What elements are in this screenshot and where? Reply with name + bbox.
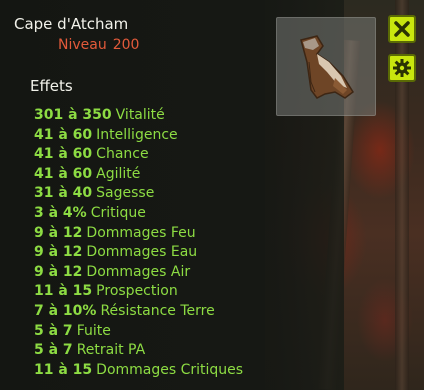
- level-label: Niveau: [58, 37, 107, 53]
- level-value: 200: [112, 37, 140, 53]
- effect-row: 41 à 60 Chance: [34, 145, 243, 165]
- effect-stat: Agilité: [96, 165, 141, 182]
- effect-range: 3 à 4%: [34, 204, 87, 221]
- effects-list: 301 à 350 Vitalité 41 à 60 Intelligence 41…: [34, 106, 243, 380]
- effect-range: 31 à 40: [34, 185, 93, 202]
- effect-row: 9 à 12 Dommages Air: [34, 263, 243, 283]
- effect-range: 9 à 12: [34, 263, 83, 280]
- effect-row: 301 à 350 Vitalité: [34, 106, 243, 126]
- effect-range: 9 à 12: [34, 224, 83, 241]
- effect-stat: Dommages Air: [86, 263, 191, 280]
- effect-stat: Critique: [90, 204, 146, 221]
- effect-range: 5 à 7: [34, 342, 73, 359]
- effect-range: 11 à 15: [34, 361, 93, 378]
- effect-range: 5 à 7: [34, 322, 73, 339]
- effect-row: 9 à 12 Dommages Eau: [34, 243, 243, 263]
- effect-stat: Résistance Terre: [100, 302, 215, 319]
- effect-range: 11 à 15: [34, 283, 93, 300]
- item-name: Cape d'Atcham: [14, 15, 129, 33]
- effect-stat: Fuite: [76, 322, 111, 339]
- effect-row: 31 à 40 Sagesse: [34, 184, 243, 204]
- effect-range: 301 à 350: [34, 107, 112, 123]
- effect-row: 3 à 4% Critique: [34, 204, 243, 224]
- settings-button[interactable]: [388, 54, 416, 82]
- effect-row: 5 à 7 Retrait PA: [34, 341, 243, 361]
- gear-icon: [393, 59, 411, 77]
- cape-item-image: [300, 35, 355, 99]
- effect-range: 41 à 60: [34, 126, 93, 143]
- effect-row: 41 à 60 Agilité: [34, 165, 243, 185]
- item-level: Niveau 200: [58, 37, 139, 53]
- effect-stat: Dommages Critiques: [96, 361, 244, 378]
- effect-stat: Retrait PA: [76, 342, 146, 359]
- effect-row: 11 à 15 Prospection: [34, 282, 243, 302]
- effect-stat: Intelligence: [96, 126, 178, 143]
- effect-row: 7 à 10% Résistance Terre: [34, 302, 243, 322]
- effect-row: 41 à 60 Intelligence: [34, 126, 243, 146]
- effect-range: 9 à 12: [34, 244, 83, 261]
- close-button[interactable]: [388, 15, 416, 43]
- effect-stat: Sagesse: [96, 185, 155, 202]
- effect-stat: Dommages Feu: [86, 224, 196, 241]
- effect-range: 41 à 60: [34, 146, 93, 163]
- effect-row: 9 à 12 Dommages Feu: [34, 224, 243, 244]
- close-icon: [394, 21, 410, 37]
- effect-stat: Vitalité: [115, 107, 165, 123]
- effects-header: Effets: [30, 77, 73, 95]
- effect-row: 5 à 7 Fuite: [34, 322, 243, 342]
- effect-range: 7 à 10%: [34, 302, 97, 319]
- effect-row: 11 à 15 Dommages Critiques: [34, 361, 243, 381]
- effect-stat: Chance: [96, 146, 149, 163]
- effect-stat: Dommages Eau: [86, 244, 198, 261]
- effect-range: 41 à 60: [34, 165, 93, 182]
- effect-stat: Prospection: [96, 283, 178, 300]
- item-image-frame: [276, 17, 376, 116]
